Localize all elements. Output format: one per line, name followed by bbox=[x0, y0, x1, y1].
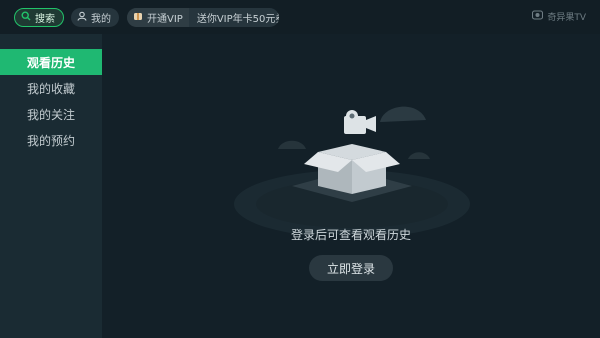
empty-box-illustration bbox=[234, 106, 470, 234]
logo-text: 奇异果TV bbox=[547, 13, 586, 23]
login-button[interactable]: 立即登录 bbox=[309, 255, 393, 281]
vip-promo-label: 送你VIP年卡50元券 bbox=[196, 14, 279, 25]
sidebar-item-label: 观看历史 bbox=[26, 55, 75, 70]
mine-button[interactable]: 我的 bbox=[71, 8, 119, 27]
vip-gift-icon bbox=[133, 11, 143, 24]
sidebar-item-label: 我的收藏 bbox=[26, 81, 75, 96]
search-icon bbox=[21, 11, 31, 24]
sidebar: 观看历史 我的收藏 我的关注 我的预约 bbox=[0, 34, 102, 338]
top-bar: 搜索 我的 开通VIP 送你VIP年卡50元券 奇异果TV bbox=[0, 0, 600, 34]
sidebar-item-history[interactable]: 观看历史 bbox=[0, 49, 102, 75]
sidebar-item-following[interactable]: 我的关注 bbox=[0, 101, 102, 127]
logo-icon bbox=[532, 10, 544, 23]
vip-button[interactable]: 开通VIP 送你VIP年卡50元券 bbox=[127, 8, 279, 27]
sidebar-item-reservations[interactable]: 我的预约 bbox=[0, 127, 102, 153]
sidebar-item-favorites[interactable]: 我的收藏 bbox=[0, 75, 102, 101]
empty-message: 登录后可查看观看历史 bbox=[290, 228, 411, 242]
sidebar-item-label: 我的关注 bbox=[26, 107, 75, 122]
app-logo: 奇异果TV bbox=[532, 10, 586, 23]
vip-open-label: 开通VIP bbox=[147, 14, 183, 25]
main-content: 登录后可查看观看历史 立即登录 bbox=[102, 34, 600, 338]
user-icon bbox=[77, 11, 87, 24]
sidebar-item-label: 我的预约 bbox=[26, 133, 75, 148]
search-label: 搜索 bbox=[35, 14, 55, 25]
search-button[interactable]: 搜索 bbox=[14, 8, 64, 27]
mine-label: 我的 bbox=[91, 14, 111, 25]
